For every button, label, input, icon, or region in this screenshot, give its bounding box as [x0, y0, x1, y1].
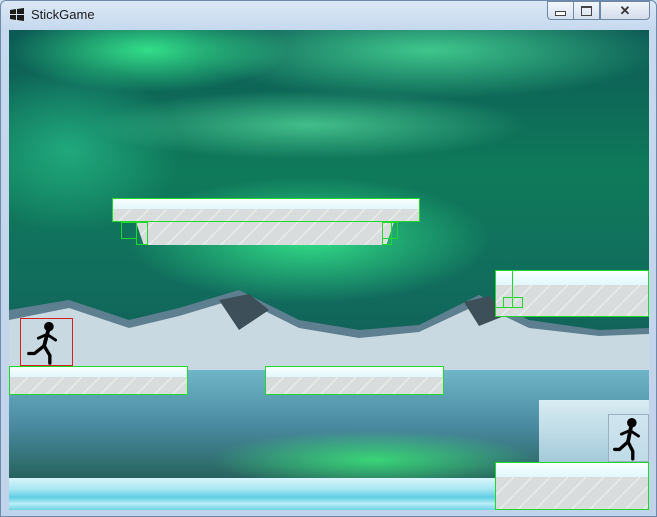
platform-left [9, 366, 188, 395]
stickman-running-icon [27, 321, 58, 365]
platform-ice-body [113, 209, 419, 221]
platform-ice-body [10, 377, 187, 394]
platform-right-upper [495, 270, 649, 317]
maximize-button[interactable] [573, 1, 600, 20]
hitbox-upper-right-inner [382, 222, 392, 245]
hitbox-upper-left [121, 222, 137, 239]
close-button[interactable]: ✕ [600, 1, 650, 20]
platform-upper [112, 198, 420, 222]
player-2 [608, 414, 649, 462]
window-title: StickGame [31, 7, 95, 22]
hitbox-upper-left-inner [136, 222, 148, 245]
close-icon: ✕ [619, 3, 631, 18]
platform-ice-body [266, 377, 443, 394]
aurora-glow [89, 90, 529, 160]
platform-ice-body [496, 477, 648, 509]
maximize-icon [581, 6, 592, 16]
hitbox-right-post [495, 270, 513, 308]
game-canvas[interactable] [9, 30, 649, 510]
minimize-icon [555, 11, 566, 16]
minimize-button[interactable] [547, 1, 574, 20]
ice-water-hazard [9, 478, 495, 510]
platform-upper-underside [136, 222, 394, 245]
platform-middle [265, 366, 444, 395]
stickman-running-icon [613, 418, 640, 461]
title-bar[interactable]: StickGame ✕ [1, 1, 656, 29]
platform-bottom-right [495, 462, 649, 510]
game-window: StickGame ✕ [0, 0, 657, 517]
windows-flag-icon [10, 8, 24, 21]
player-1 [20, 318, 73, 366]
